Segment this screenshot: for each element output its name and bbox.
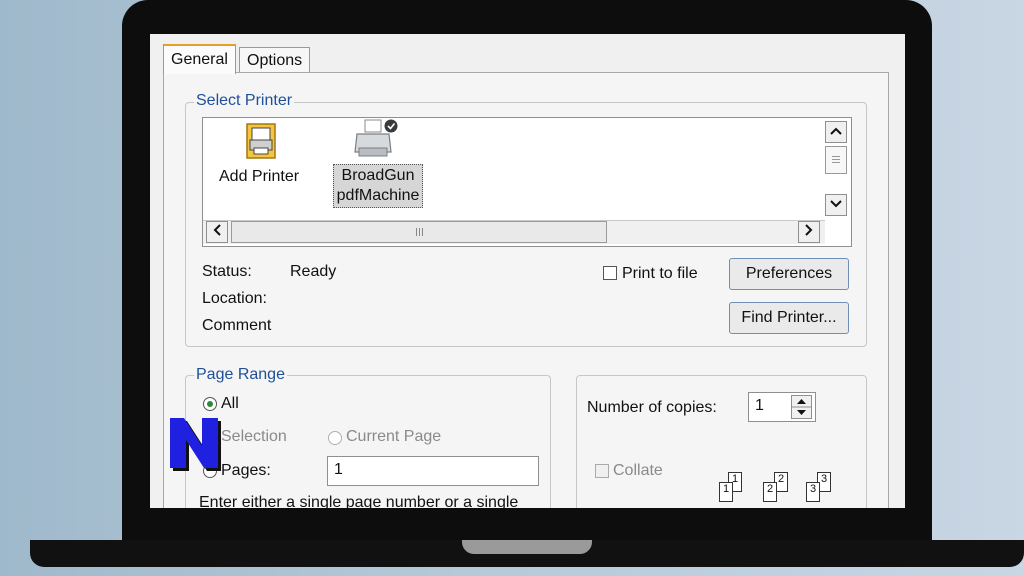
collate-page-icon: 1 bbox=[719, 482, 733, 502]
current-page-radio[interactable] bbox=[328, 431, 342, 445]
stepper-arrows-icon bbox=[792, 399, 811, 415]
number-of-copies-label: Number of copies: bbox=[587, 399, 717, 416]
chevron-down-icon bbox=[830, 200, 842, 208]
chevron-up-icon bbox=[830, 127, 842, 135]
scroll-left-button[interactable] bbox=[206, 221, 228, 243]
scroll-up-button[interactable] bbox=[825, 121, 847, 143]
broadgun-printer-label-line2[interactable]: pdfMachine bbox=[333, 187, 423, 205]
printer-list[interactable]: Add Printer BroadGun pdfMachine bbox=[202, 117, 852, 247]
current-page-label[interactable]: Current Page bbox=[346, 428, 441, 446]
collate-page-icon: 3 bbox=[806, 482, 820, 502]
horizontal-scroll-thumb[interactable] bbox=[231, 221, 607, 243]
overlay-n-logo bbox=[164, 412, 224, 472]
page-range-hint: Enter either a single page number or a s… bbox=[199, 494, 519, 508]
tab-general[interactable]: General bbox=[163, 44, 236, 74]
copies-stepper[interactable] bbox=[791, 395, 812, 419]
print-to-file-checkbox[interactable] bbox=[603, 266, 617, 280]
page-range-title: Page Range bbox=[194, 366, 287, 384]
printer-icon[interactable] bbox=[351, 118, 401, 164]
comment-label: Comment bbox=[202, 317, 272, 334]
location-label: Location: bbox=[202, 290, 267, 307]
chevron-right-icon bbox=[805, 224, 813, 236]
selection-label[interactable]: Selection bbox=[221, 428, 287, 446]
preferences-button[interactable]: Preferences bbox=[729, 258, 849, 290]
all-label[interactable]: All bbox=[221, 395, 239, 413]
collate-label[interactable]: Collate bbox=[613, 462, 663, 480]
add-printer-label[interactable]: Add Printer bbox=[219, 168, 299, 186]
scroll-down-button[interactable] bbox=[825, 194, 847, 216]
collate-page-icon: 2 bbox=[763, 482, 777, 502]
status-label: Status: bbox=[202, 263, 252, 280]
vertical-scroll-thumb[interactable] bbox=[825, 146, 847, 174]
select-printer-title: Select Printer bbox=[194, 92, 295, 110]
scroll-right-button[interactable] bbox=[798, 221, 820, 243]
status-value: Ready bbox=[290, 263, 337, 280]
laptop-notch bbox=[462, 540, 592, 554]
collate-checkbox[interactable] bbox=[595, 464, 609, 478]
pages-input[interactable]: 1 bbox=[327, 456, 539, 486]
broadgun-printer-label-line1[interactable]: BroadGun bbox=[339, 167, 417, 185]
find-printer-button[interactable]: Find Printer... bbox=[729, 302, 849, 334]
tab-options[interactable]: Options bbox=[239, 47, 311, 73]
all-radio[interactable] bbox=[203, 397, 217, 411]
add-printer-icon[interactable] bbox=[239, 120, 285, 164]
print-to-file-label[interactable]: Print to file bbox=[622, 265, 698, 283]
print-dialog: General Options Select Printer Add Print… bbox=[150, 34, 905, 508]
pages-label[interactable]: Pages: bbox=[221, 462, 271, 480]
chevron-left-icon bbox=[213, 224, 221, 236]
